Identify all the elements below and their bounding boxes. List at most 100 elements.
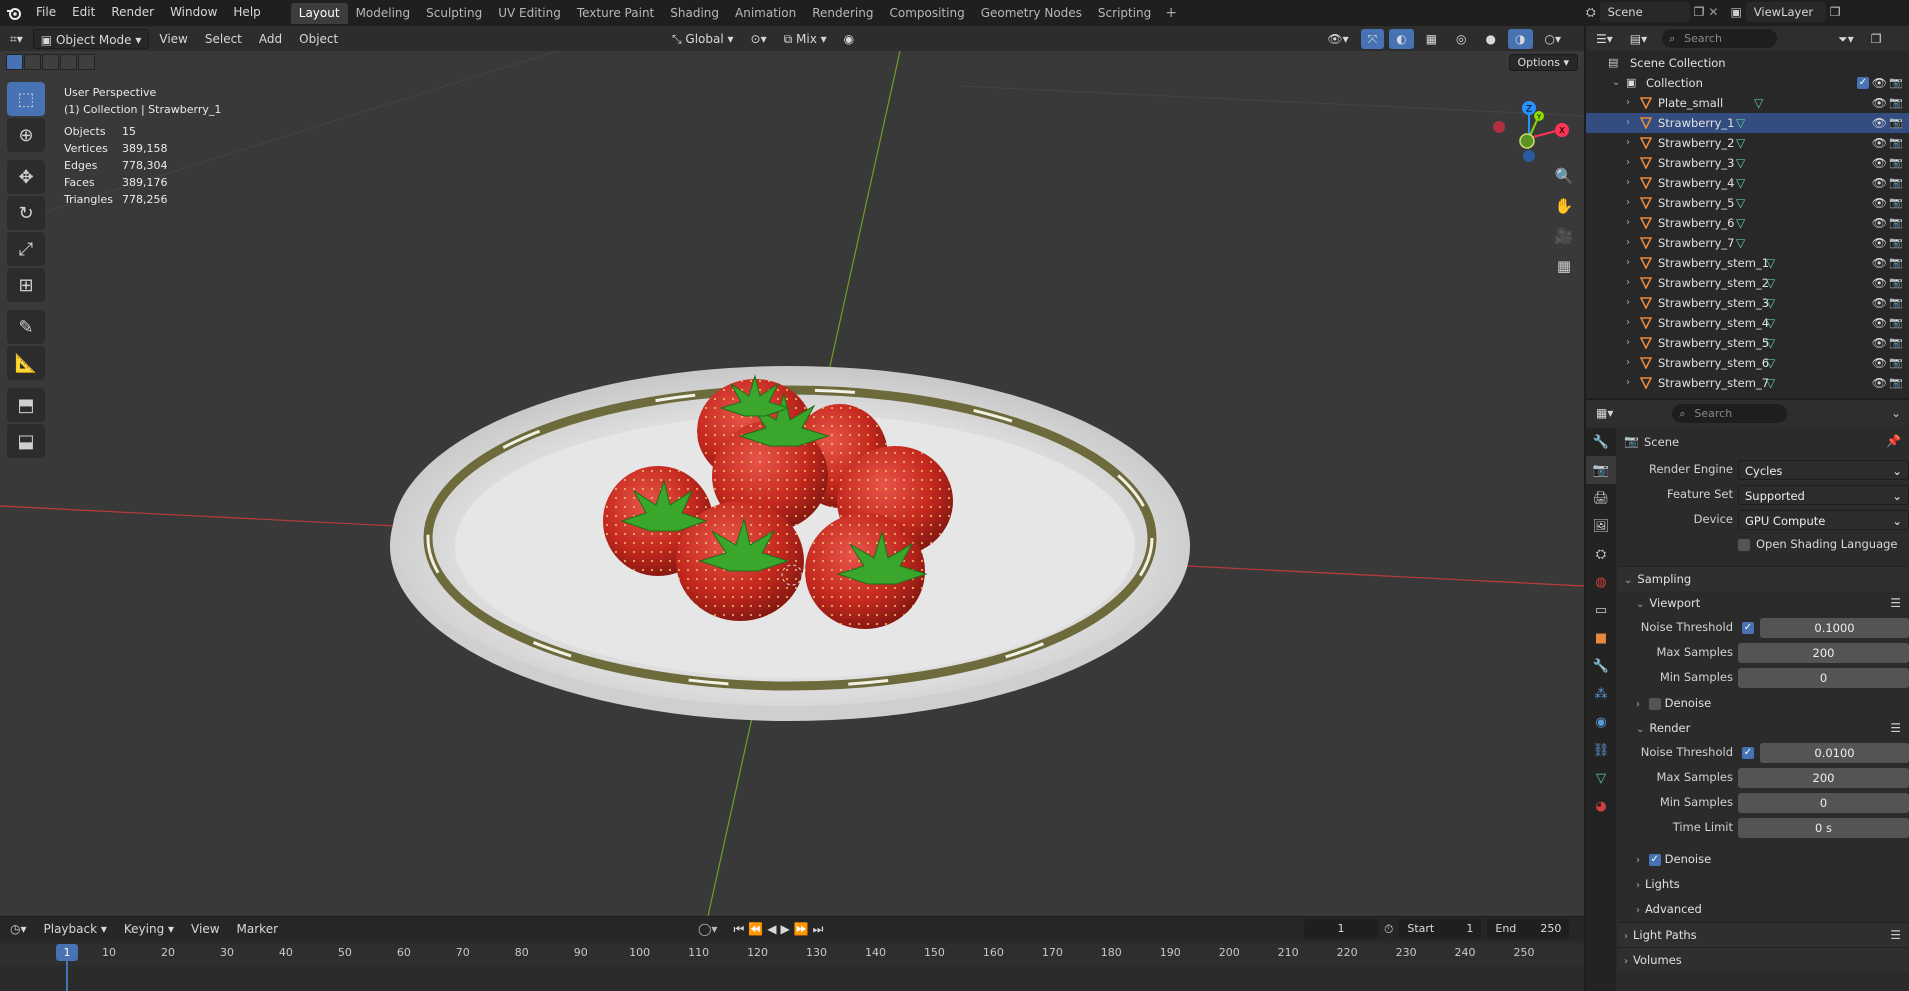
output-tab-icon[interactable]: 🖨 [1586,484,1616,512]
material-shading-icon[interactable]: ◑ [1508,28,1533,49]
jump-next-key-icon[interactable]: ⏩ [794,922,809,936]
mesh-data-icon[interactable]: ▽ [1736,213,1745,233]
outliner-item[interactable]: › Strawberry_stem_2 ▽ 👁 📷 [1586,273,1909,293]
particles-tab-icon[interactable]: ⁂ [1586,680,1616,708]
outliner-item[interactable]: › Strawberry_stem_4 ▽ 👁 📷 [1586,313,1909,333]
modifier-tab-icon[interactable]: 🔧 [1586,652,1616,680]
pin-icon[interactable]: 📌 [1886,434,1901,448]
eye-icon[interactable]: 👁 [1872,253,1887,273]
mesh-data-icon[interactable]: ▽ [1766,253,1775,273]
zoom-icon[interactable]: 🔍 [1550,162,1578,190]
visibility-icon[interactable]: 👁▾ [1320,29,1355,49]
mode-selector[interactable]: ▣ Object Mode ▾ [32,28,150,49]
render-camera-icon[interactable]: 📷 [1889,273,1903,293]
viewport-min-samples-field[interactable]: 0 [1738,668,1909,688]
chevron-down-icon[interactable]: ⌄ [1891,406,1901,420]
eye-icon[interactable]: 👁 [1872,193,1887,213]
jump-end-icon[interactable]: ⏭ [813,922,824,937]
render-camera-icon[interactable]: 📷 [1889,313,1903,333]
collection-exclude-checkbox[interactable]: ✓ [1857,77,1869,89]
render-camera-icon[interactable]: 📷 [1889,373,1903,393]
properties-editor-icon[interactable]: ▦▾ [1589,403,1620,423]
annotate-tool-icon[interactable]: ✎ [7,310,45,344]
eye-icon[interactable]: 👁 [1872,233,1887,253]
select-subtract-icon[interactable] [42,54,59,70]
chevron-right-icon[interactable]: › [1626,233,1630,253]
tab-modeling[interactable]: Modeling [348,3,419,24]
presets-list-icon[interactable]: ☰ [1890,923,1901,948]
render-camera-icon[interactable]: 📷 [1889,233,1903,253]
render-tab-icon[interactable]: 📷 [1586,456,1616,484]
tab-animation[interactable]: Animation [727,3,804,24]
render-denoise-checkbox[interactable]: ✓ [1648,853,1661,866]
outliner-item[interactable]: › Strawberry_stem_6 ▽ 👁 📷 [1586,353,1909,373]
mesh-data-icon[interactable]: ▽ [1766,273,1775,293]
eye-icon[interactable]: 👁 [1872,73,1887,93]
menu-file[interactable]: File [28,0,64,25]
proportional-edit-icon[interactable]: ◉ [837,29,861,49]
eye-icon[interactable]: 👁 [1872,333,1887,353]
world-tab-icon[interactable]: ◍ [1586,568,1616,596]
menu-view[interactable]: View [152,29,194,49]
outliner-item[interactable]: › Strawberry_stem_5 ▽ 👁 📷 [1586,333,1909,353]
outliner-item[interactable]: › Plate_small ▽ 👁 📷 [1586,93,1909,113]
chevron-right-icon[interactable]: › [1626,113,1630,133]
menu-marker[interactable]: Marker [230,919,285,939]
delete-scene-icon[interactable]: ✕ [1708,5,1718,19]
viewport-denoise-checkbox[interactable] [1648,697,1661,710]
pivot-icon[interactable]: ⊙▾ [744,29,774,49]
mesh-data-icon[interactable]: ▽ [1736,173,1745,193]
outliner-item[interactable]: › Strawberry_stem_7 ▽ 👁 📷 [1586,373,1909,393]
render-camera-icon[interactable]: 📷 [1889,333,1903,353]
viewport-subpanel-header[interactable]: ⌄ Viewport ☰ [1618,591,1909,616]
feature-set-dropdown[interactable]: Supported ⌄ [1738,485,1909,505]
end-frame-field[interactable]: End 250 [1487,919,1570,939]
chevron-right-icon[interactable]: › [1626,373,1630,393]
render-denoise-header[interactable]: › ✓ Denoise [1618,847,1909,872]
tab-sculpting[interactable]: Sculpting [418,3,490,24]
cursor-tool-icon[interactable]: ⊕ [7,118,45,152]
chevron-right-icon[interactable]: › [1626,153,1630,173]
menu-object[interactable]: Object [292,29,345,49]
render-camera-icon[interactable]: 📷 [1889,293,1903,313]
menu-window[interactable]: Window [162,0,225,25]
play-icon[interactable]: ▶ [780,922,789,936]
editor-type-icon[interactable]: ⌗▾ [3,29,30,49]
select-intersect-icon[interactable] [78,54,95,70]
mesh-data-icon[interactable]: ▽ [1754,93,1763,113]
chevron-right-icon[interactable]: › [1626,93,1630,113]
view-layer-icon[interactable]: ▣ [1730,5,1741,19]
eye-icon[interactable]: 👁 [1872,293,1887,313]
scale-tool-icon[interactable]: ⤢ [7,232,45,266]
tab-compositing[interactable]: Compositing [881,3,972,24]
chevron-right-icon[interactable]: › [1626,213,1630,233]
gizmo-toggle-icon[interactable]: ⤧ [1360,28,1385,49]
chevron-right-icon[interactable]: › [1626,313,1630,333]
add-object-tool-icon[interactable]: ⬓ [7,424,45,458]
snap-selector[interactable]: ⧉ Mix ▾ [777,29,834,49]
render-camera-icon[interactable]: 📷 [1889,193,1903,213]
tab-scripting[interactable]: Scripting [1090,3,1159,24]
outliner-search-input[interactable]: ⌕ Search [1662,29,1778,48]
3d-viewport[interactable]: ⌗▾ ▣ Object Mode ▾ View Select Add Objec… [0,26,1584,916]
menu-edit[interactable]: Edit [64,0,103,25]
object-tab-icon[interactable]: ■ [1586,624,1616,652]
chevron-down-icon[interactable]: ⌄ [1612,73,1620,93]
mesh-data-icon[interactable]: ▽ [1766,313,1775,333]
jump-prev-key-icon[interactable]: ⏪ [748,922,763,936]
tab-geometry-nodes[interactable]: Geometry Nodes [973,3,1090,24]
playhead[interactable]: 1 [56,944,78,961]
outliner-item[interactable]: › Strawberry_6 ▽ 👁 📷 [1586,213,1909,233]
chevron-right-icon[interactable]: › [1626,273,1630,293]
view-layer-tab-icon[interactable]: 🖼 [1586,512,1616,540]
mesh-data-icon[interactable]: ▽ [1766,373,1775,393]
properties-search-input[interactable]: ⌕ Search [1672,403,1788,423]
eye-icon[interactable]: 👁 [1872,353,1887,373]
tab-layout[interactable]: Layout [290,3,348,24]
tab-uv-editing[interactable]: UV Editing [490,3,569,24]
chevron-right-icon[interactable]: › [1626,333,1630,353]
scene-collection-row[interactable]: ▤ Scene Collection [1586,53,1909,73]
outliner-item[interactable]: › Strawberry_1 ▽ 👁 📷 [1586,113,1909,133]
pan-hand-icon[interactable]: ✋ [1550,192,1578,220]
collection-row[interactable]: ⌄ ▣ Collection ✓ 👁 📷 [1586,73,1909,93]
